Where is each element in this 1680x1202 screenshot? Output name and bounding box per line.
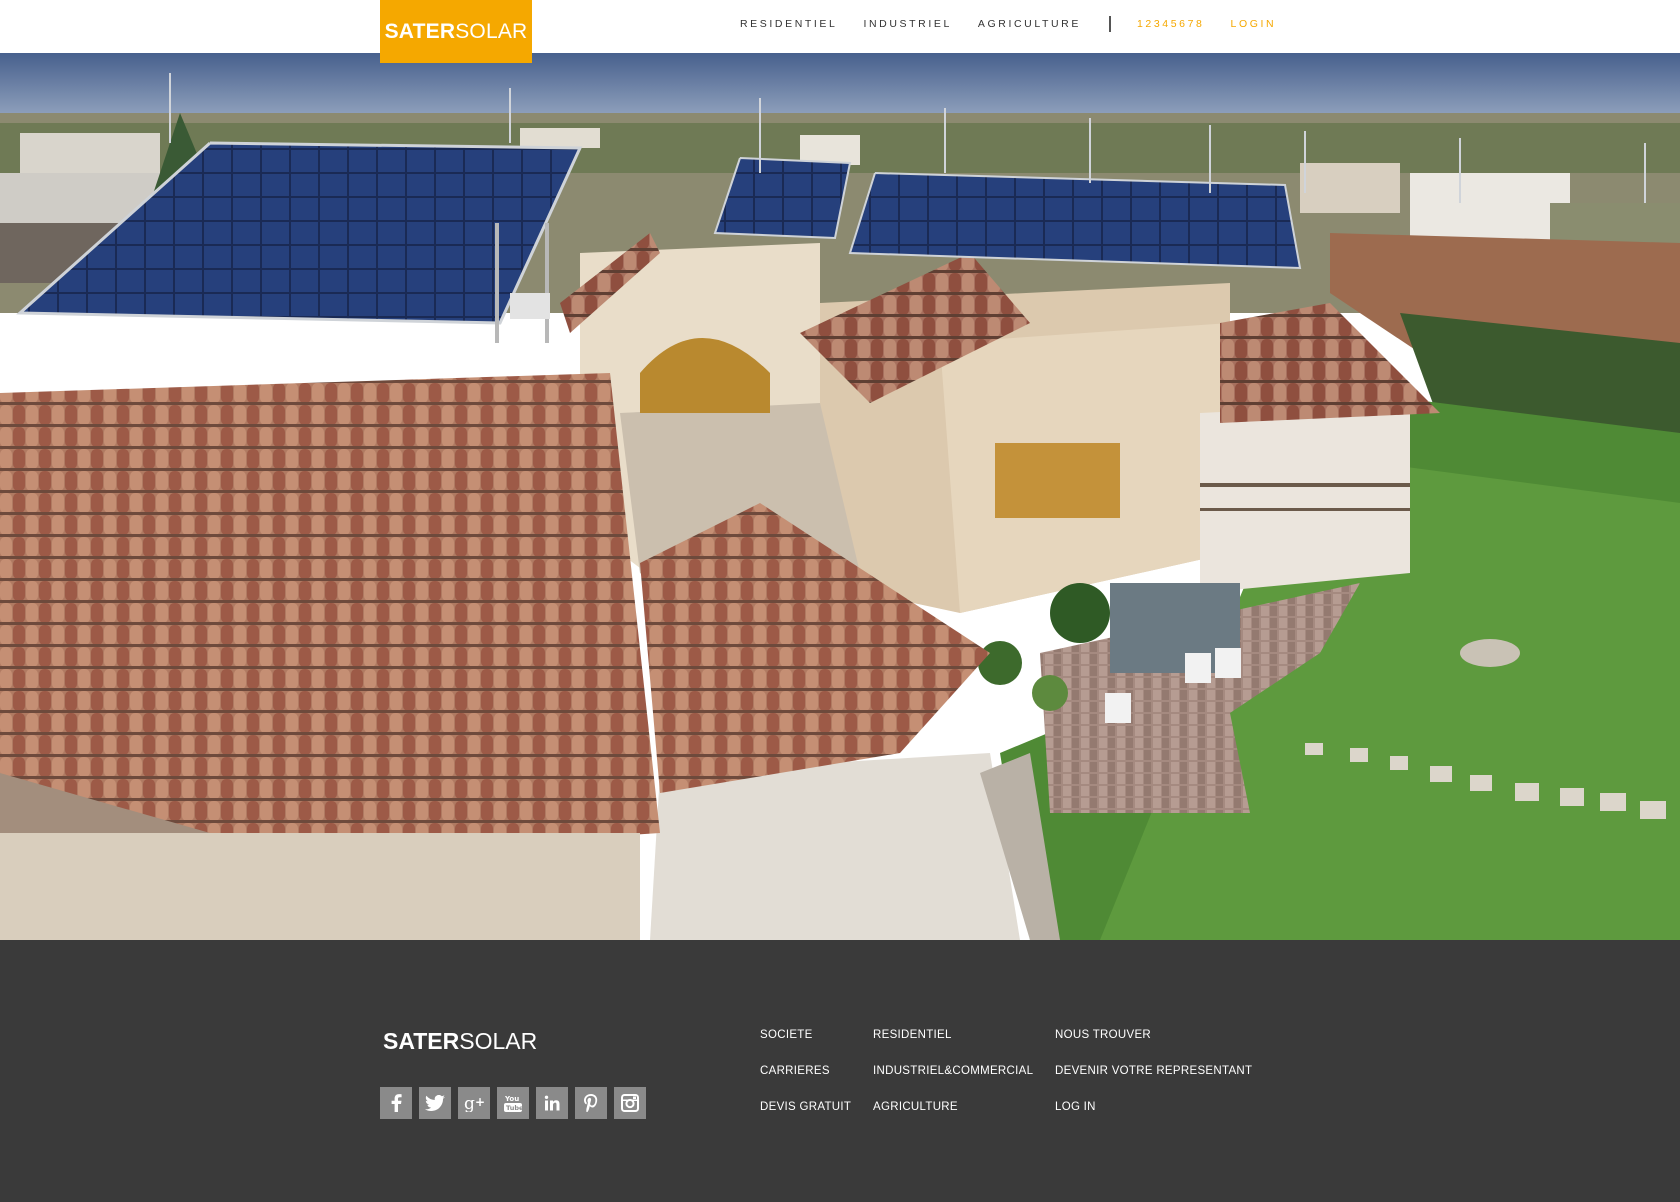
svg-text:+: + — [475, 1095, 485, 1109]
footer-link-societe[interactable]: SOCIETE — [760, 1028, 851, 1064]
logo[interactable]: SATER SOLAR — [380, 0, 532, 63]
social-links: g + You Tube — [380, 1087, 653, 1119]
google-plus-icon[interactable]: g + — [458, 1087, 490, 1119]
footer-column-contact: NOUS TROUVER DEVENIR VOTRE REPRESENTANT … — [1055, 1028, 1252, 1136]
footer-logo-bold: SATER — [383, 1028, 460, 1054]
footer-link-devenir-representant[interactable]: DEVENIR VOTRE REPRESENTANT — [1055, 1064, 1252, 1100]
instagram-icon[interactable] — [614, 1087, 646, 1119]
nav-industriel[interactable]: INDUSTRIEL — [863, 18, 951, 30]
logo-bold: SATER — [384, 19, 456, 43]
footer-link-industriel-commercial[interactable]: INDUSTRIEL&COMMERCIAL — [873, 1064, 1033, 1100]
hero-image — [0, 53, 1680, 940]
twitter-icon[interactable] — [419, 1087, 451, 1119]
nav-login[interactable]: LOGIN — [1231, 18, 1277, 30]
main-nav: RESIDENTIEL INDUSTRIEL AGRICULTURE 12345… — [740, 16, 1302, 32]
footer-link-log-in[interactable]: LOG IN — [1055, 1100, 1252, 1136]
footer-column-segments: RESIDENTIEL INDUSTRIEL&COMMERCIAL AGRICU… — [873, 1028, 1033, 1136]
svg-text:Tube: Tube — [506, 1104, 523, 1112]
facebook-icon[interactable] — [380, 1087, 412, 1119]
nav-agriculture[interactable]: AGRICULTURE — [978, 18, 1081, 30]
site-header: SATER SOLAR RESIDENTIEL INDUSTRIEL AGRICU… — [0, 0, 1680, 63]
linkedin-icon[interactable] — [536, 1087, 568, 1119]
footer-logo[interactable]: SATER SOLAR — [383, 1028, 537, 1055]
logo-light: SOLAR — [455, 19, 528, 43]
svg-text:You: You — [504, 1095, 519, 1103]
footer-column-company: SOCIETE CARRIERES DEVIS GRATUIT — [760, 1028, 851, 1136]
pinterest-icon[interactable] — [575, 1087, 607, 1119]
footer-link-nous-trouver[interactable]: NOUS TROUVER — [1055, 1028, 1252, 1064]
youtube-icon[interactable]: You Tube — [497, 1087, 529, 1119]
nav-divider — [1108, 16, 1111, 32]
nav-residentiel[interactable]: RESIDENTIEL — [740, 18, 837, 30]
footer-link-devis-gratuit[interactable]: DEVIS GRATUIT — [760, 1100, 851, 1136]
nav-phone[interactable]: 12345678 — [1137, 18, 1205, 30]
house-with-solar-panels-photo — [0, 53, 1680, 940]
footer-link-residentiel[interactable]: RESIDENTIEL — [873, 1028, 1033, 1064]
footer-link-carrieres[interactable]: CARRIERES — [760, 1064, 851, 1100]
logo-text: SATER SOLAR — [385, 20, 528, 44]
site-footer: SATER SOLAR g + You Tube SOCIETE CARRIERES … — [0, 940, 1680, 1202]
footer-link-agriculture[interactable]: AGRICULTURE — [873, 1100, 1033, 1136]
footer-logo-light: SOLAR — [459, 1028, 538, 1054]
svg-text:g: g — [464, 1094, 475, 1112]
